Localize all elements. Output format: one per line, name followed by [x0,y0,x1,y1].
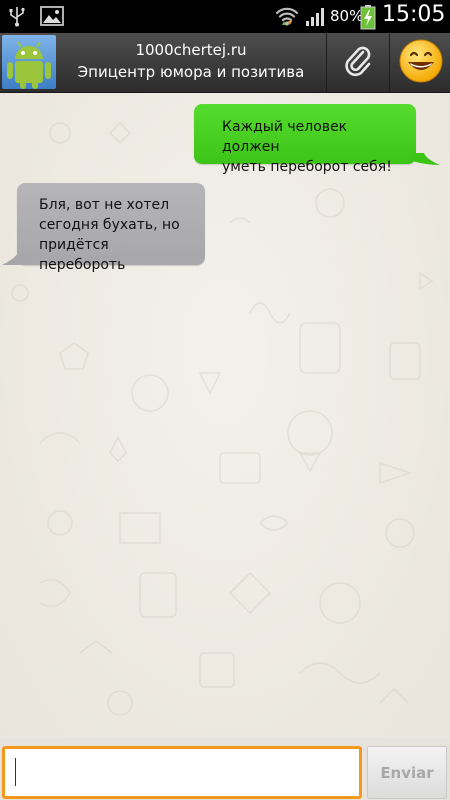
chat-header: 1000chertej.ru Эпицентр юмора и позитива [0,33,450,93]
gallery-icon [40,5,64,31]
paperclip-icon [341,44,375,82]
battery-percent: 80% [330,7,364,25]
message-bubble-incoming[interactable]: Бля, вот не хотел сегодня бухать, но при… [17,183,205,273]
status-bar: 80% 15:05 [0,0,450,33]
message-line: Бля, вот не хотел [39,197,170,213]
avatar[interactable] [2,35,56,89]
battery-charging-icon [360,4,376,34]
message-bubble-outgoing[interactable]: Каждый человек должен уметь переборот се… [194,104,416,175]
chat-screen: 80% 15:05 1000chertej.ru Эпицентр юмора … [0,0,450,800]
chat-title: 1000chertej.ru [135,41,247,59]
wifi-icon [274,3,300,33]
signal-icon [305,5,327,31]
bubble-tail-outgoing [412,153,440,165]
chat-subtitle: Эпицентр юмора и позитива [77,63,305,81]
text-cursor [15,758,16,786]
chat-title-block[interactable]: 1000chertej.ru Эпицентр юмора и позитива [60,39,322,83]
message-line: Каждый человек должен [222,119,348,155]
bubble-tail-incoming [2,253,30,265]
android-robot-icon [2,41,56,89]
usb-icon [8,5,26,31]
message-list[interactable]: Каждый человек должен уметь переборот се… [0,93,450,738]
message-line: сегодня бухать, но [39,217,180,233]
send-button[interactable]: Enviar [367,746,447,799]
message-line: придётся перебороть [39,237,126,273]
clock: 15:05 [382,2,446,27]
composer-bar: Enviar [0,738,450,800]
message-line: уметь переборот себя! [222,159,392,175]
attach-button[interactable] [326,33,389,92]
emoji-button[interactable] [389,33,450,92]
message-input[interactable] [2,746,362,799]
smiley-emoji-icon [398,38,444,88]
